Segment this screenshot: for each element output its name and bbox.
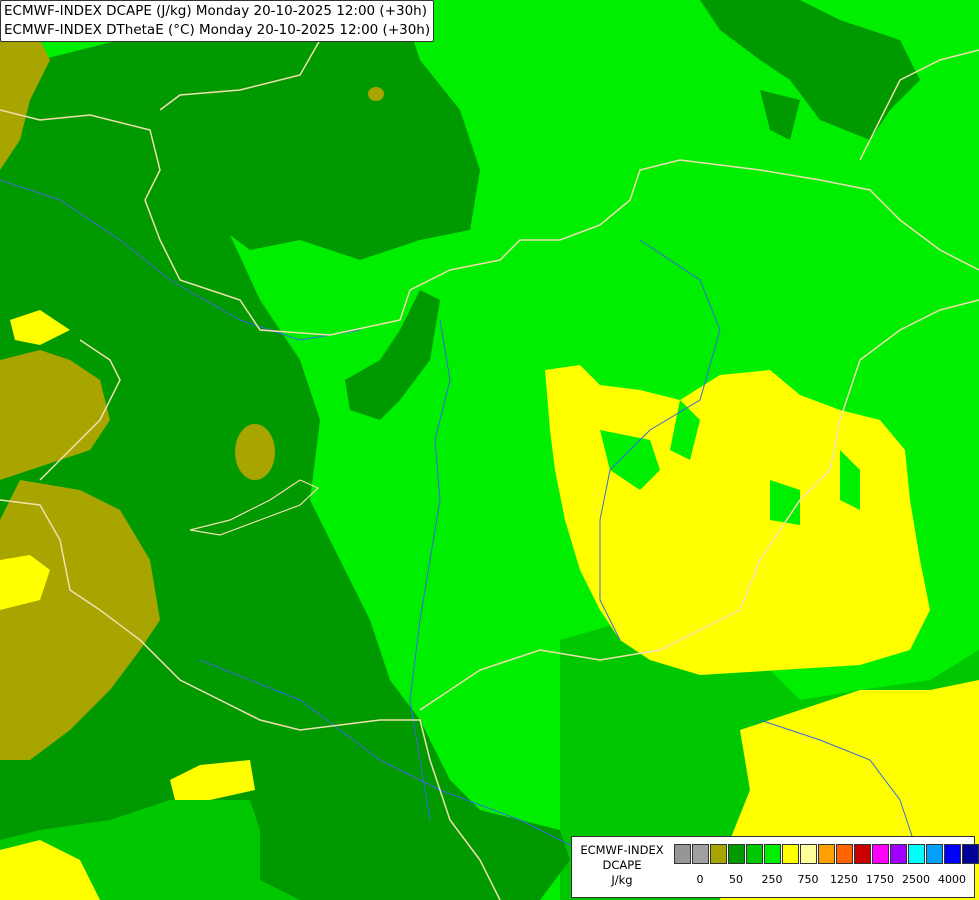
legend-swatch [746, 844, 763, 864]
legend-swatch [692, 844, 709, 864]
legend-unit: J/kg [611, 873, 633, 887]
title-dthetae: ECMWF-INDEX DThetaE (°C) Monday 20-10-20… [4, 22, 431, 38]
legend-swatch [836, 844, 853, 864]
legend-swatch [926, 844, 943, 864]
legend-tick-label: 4000 [938, 873, 966, 886]
legend-ticks: 0 50 250 750 1250 1750 2500 4000 [674, 873, 974, 889]
legend-swatch [854, 844, 871, 864]
legend-swatch [962, 844, 979, 864]
legend-swatch [728, 844, 745, 864]
map-canvas: ECMWF-INDEX DCAPE (J/kg) Monday 20-10-20… [0, 0, 979, 900]
legend-swatch [908, 844, 925, 864]
legend-tick-label: 0 [696, 873, 704, 886]
legend-swatch [944, 844, 961, 864]
legend-model: ECMWF-INDEX [580, 843, 664, 857]
legend-variable: DCAPE [602, 858, 642, 872]
legend-swatch [818, 844, 835, 864]
title-dcape: ECMWF-INDEX DCAPE (J/kg) Monday 20-10-20… [4, 3, 428, 19]
legend-tick-label: 50 [729, 873, 743, 886]
legend-swatch [782, 844, 799, 864]
legend-tick-label: 1750 [866, 873, 894, 886]
legend-swatch [872, 844, 889, 864]
field-olive-dot [368, 87, 384, 101]
legend-tick-label: 750 [797, 873, 819, 886]
legend-swatch [800, 844, 817, 864]
legend-swatch [674, 844, 691, 864]
field-olive-spot [235, 424, 275, 480]
legend-tick-label: 250 [761, 873, 783, 886]
legend-swatch [764, 844, 781, 864]
legend-tick-label: 1250 [830, 873, 858, 886]
legend-swatch [890, 844, 907, 864]
legend-label: ECMWF-INDEX DCAPE J/kg [572, 843, 672, 888]
dcape-map [0, 0, 979, 900]
legend-swatches [674, 844, 979, 864]
color-legend: ECMWF-INDEX DCAPE J/kg 0 50 250 750 1250 1750… [571, 836, 979, 898]
map-title: ECMWF-INDEX DCAPE (J/kg) Monday 20-10-20… [0, 0, 435, 42]
legend-swatch [710, 844, 727, 864]
legend-tick-label: 2500 [902, 873, 930, 886]
